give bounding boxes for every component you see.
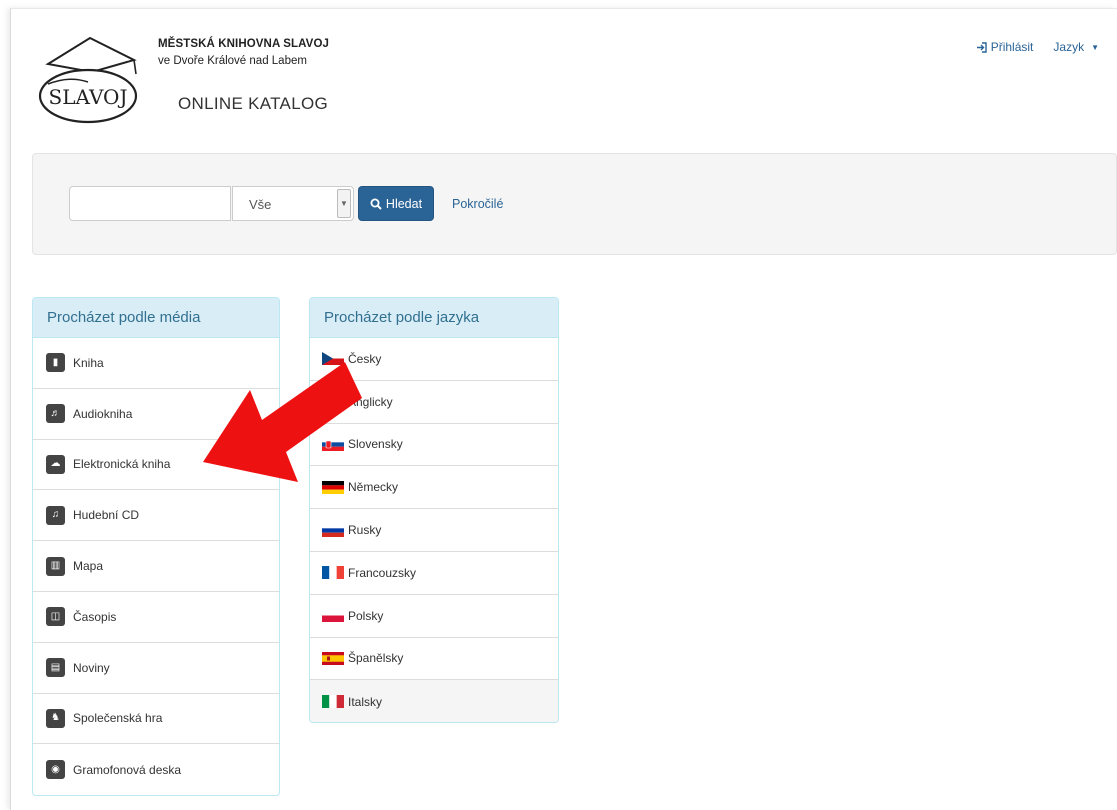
media-item-label: Elektronická kniha <box>73 457 171 472</box>
logo-text: SLAVOJ <box>49 85 128 109</box>
language-label: Jazyk <box>1053 40 1085 54</box>
media-item-label: Společenská hra <box>73 711 163 726</box>
language-item-nemecky[interactable]: Německy <box>310 466 558 510</box>
cloud-download-icon: ☁ <box>46 454 65 474</box>
language-item-label: Francouzsky <box>348 565 417 580</box>
media-item-mapa[interactable]: ▥ Mapa <box>33 541 279 592</box>
language-panel: Procházet podle jazyka Česky Anglicky Sl… <box>309 297 559 723</box>
language-item-cesky[interactable]: Česky <box>310 338 558 381</box>
top-nav: Přihlásit Jazyk ▼ <box>976 40 1099 54</box>
slovak-flag-icon <box>322 437 344 451</box>
media-item-label: Mapa <box>73 559 104 574</box>
russian-flag-icon <box>322 523 344 537</box>
sign-in-icon <box>976 41 987 53</box>
login-label: Přihlásit <box>990 40 1034 54</box>
language-item-label: Slovensky <box>348 437 403 452</box>
italian-flag-icon <box>322 695 344 709</box>
library-logo[interactable]: SLAVOJ <box>34 30 142 130</box>
media-item-label: Gramofonová deska <box>73 762 182 777</box>
search-type-value: Vše <box>249 197 272 212</box>
search-button[interactable]: Hledat <box>358 186 434 221</box>
advanced-search-link[interactable]: Pokročilé <box>452 197 503 211</box>
vinyl-record-icon: ◉ <box>46 760 65 780</box>
search-type-select[interactable]: Vše ▼ <box>232 186 354 221</box>
media-item-spolecenska-hra[interactable]: ♞ Společenská hra <box>33 694 279 745</box>
media-panel-title: Procházet podle média <box>33 298 279 338</box>
media-item-label: Kniha <box>73 355 104 370</box>
french-flag-icon <box>322 566 344 580</box>
language-item-francouzsky[interactable]: Francouzsky <box>310 552 558 595</box>
language-item-spanelsky[interactable]: Španělsky <box>310 638 558 681</box>
media-item-gramofonova-deska[interactable]: ◉ Gramofonová deska <box>33 744 279 795</box>
language-item-rusky[interactable]: Rusky <box>310 509 558 552</box>
media-item-hudebni-cd[interactable]: ♫ Hudební CD <box>33 490 279 542</box>
language-panel-title: Procházet podle jazyka <box>310 298 558 338</box>
puzzle-icon: ♞ <box>46 708 65 728</box>
media-item-noviny[interactable]: ▤ Noviny <box>33 643 279 694</box>
media-panel: Procházet podle média ▮ Kniha ♬ Audiokni… <box>32 297 280 796</box>
login-link[interactable]: Přihlásit <box>976 40 1034 54</box>
media-item-kniha[interactable]: ▮ Kniha <box>33 338 279 389</box>
language-item-anglicky[interactable]: Anglicky <box>310 381 558 424</box>
language-item-label: Polsky <box>348 608 384 623</box>
caret-down-icon: ▼ <box>1091 42 1099 52</box>
language-item-label: Rusky <box>348 523 382 538</box>
media-item-label: Hudební CD <box>73 508 140 523</box>
search-icon <box>370 198 382 210</box>
chevron-down-icon: ▼ <box>337 189 351 218</box>
brand-name: MĚSTSKÁ KNIHOVNA SLAVOJ <box>158 38 329 50</box>
language-item-label: Německy <box>348 480 399 495</box>
search-input[interactable] <box>69 186 231 221</box>
language-item-polsky[interactable]: Polsky <box>310 595 558 638</box>
language-item-label: Česky <box>348 351 382 366</box>
brand-subtitle: ve Dvoře Králové nad Labem <box>158 55 307 67</box>
polish-flag-icon <box>322 609 344 623</box>
media-item-label: Časopis <box>73 609 117 624</box>
language-item-label: Italsky <box>348 694 383 709</box>
language-item-slovensky[interactable]: Slovensky <box>310 424 558 467</box>
map-icon: ▥ <box>46 556 65 576</box>
search-button-label: Hledat <box>385 196 423 211</box>
catalog-title: ONLINE KATALOG <box>178 94 328 113</box>
media-item-audiokniha[interactable]: ♬ Audiokniha <box>33 389 279 440</box>
media-item-elektronicka-kniha[interactable]: ☁ Elektronická kniha <box>33 440 279 491</box>
book-icon: ▮ <box>46 353 65 373</box>
uk-flag-icon <box>322 395 344 409</box>
newspaper-icon: ▤ <box>46 658 65 678</box>
media-item-label: Audiokniha <box>73 406 133 421</box>
czech-flag-icon <box>322 352 344 366</box>
volume-icon: ♬ <box>46 404 65 424</box>
language-dropdown[interactable]: Jazyk ▼ <box>1053 40 1099 54</box>
music-icon: ♫ <box>46 505 65 525</box>
magazine-icon: ◫ <box>46 607 65 627</box>
media-item-casopis[interactable]: ◫ Časopis <box>33 592 279 643</box>
spanish-flag-icon <box>322 651 344 665</box>
german-flag-icon <box>322 480 344 494</box>
language-item-label: Anglicky <box>348 394 393 409</box>
media-item-label: Noviny <box>73 660 110 675</box>
language-item-italsky[interactable]: Italsky <box>310 680 558 722</box>
language-item-label: Španělsky <box>348 651 404 666</box>
